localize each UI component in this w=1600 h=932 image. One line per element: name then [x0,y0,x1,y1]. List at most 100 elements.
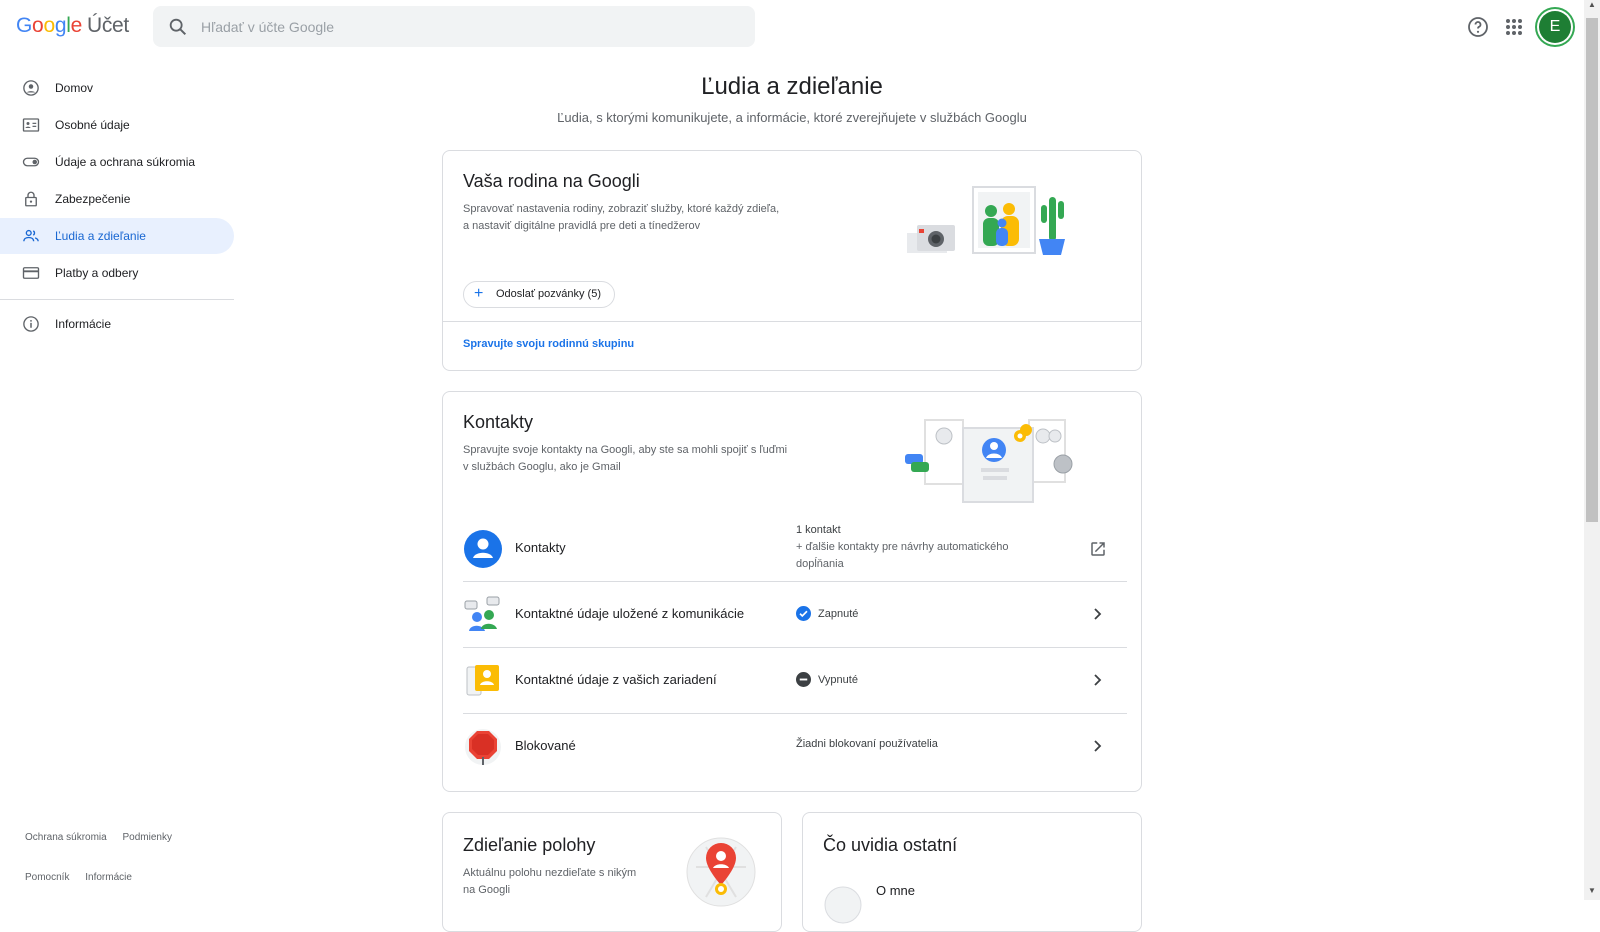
contacts-desc-line: Spravujte svoje kontakty na Googli, aby … [463,444,788,456]
apps-grid-icon[interactable] [1502,15,1526,39]
device-contacts-icon [466,665,499,696]
logo-letter: G [16,14,33,37]
avatar[interactable]: E [1539,11,1571,43]
footer-terms-link[interactable]: Podmienky [122,832,171,843]
chevron-right-icon[interactable] [1089,672,1105,688]
footer-help-link[interactable]: Pomocník [25,872,69,883]
page-subtitle: Ľudia, s ktorými komunikujete, a informá… [557,110,1027,125]
sidebar-item-people-sharing[interactable]: Ľudia a zdieľanie [0,218,234,254]
manage-family-link-label: Spravujte svoju rodinnú skupinu [463,338,635,350]
sidebar-item-payments[interactable]: Platby a odbery [0,255,234,291]
home-person-icon [23,80,39,96]
location-desc-line: Aktuálnu polohu nezdieľate s nikým [463,867,637,879]
location-desc-line: na Googli [463,884,511,896]
sidebar-item-home[interactable]: Domov [0,70,234,106]
contacts-card: Kontakty Spravujte svoje kontakty na Goo… [442,391,1142,792]
blocked-status-text: Žiadni blokovaní používatelia [796,738,938,750]
sidebar-item-info[interactable]: Informácie [0,306,234,342]
others-card-title: Čo uvidia ostatní [823,835,958,855]
contact-info-from-interactions-row[interactable]: Kontaktné údaje uložené z komunikácie Za… [463,582,1127,648]
devices-status: Vypnuté [796,672,858,687]
interactions-status: Zapnuté [796,606,858,621]
chevron-right-icon[interactable] [1089,606,1105,622]
help-icon[interactable] [1466,15,1490,39]
contacts-card-description: Spravujte svoje kontakty na Googli, aby … [463,442,787,476]
send-invites-label: Odoslať pozvánky (5) [496,288,602,300]
stop-sign-icon [465,729,501,765]
minus-circle-icon [796,672,811,687]
open-external-icon[interactable] [1089,540,1107,558]
footer-links-row-1: Ochrana súkromia Podmienky [25,832,185,843]
family-card-description: Spravovať nastavenia rodiny, zobraziť sl… [463,201,779,235]
contact-info-from-devices-row[interactable]: Kontaktné údaje z vašich zariadení Vypnu… [463,648,1127,714]
lock-icon [25,191,37,207]
family-desc-line: a nastaviť digitálne pravidlá pre deti a… [463,220,701,232]
scrollbar-thumb[interactable] [1586,18,1598,522]
devices-row-label: Kontaktné údaje z vašich zariadení [515,672,717,687]
blocked-row[interactable]: Blokované Žiadni blokovaní používatelia [463,714,1127,780]
scroll-up-arrow-icon[interactable]: ▲ [1584,0,1600,9]
sidebar-item-label: Informácie [55,317,112,331]
footer-links-row-2: Pomocník Informácie [25,872,145,883]
contacts-extra-line: + ďalšie kontakty pre návrhy automatické… [796,541,1009,553]
people-icon [23,229,39,242]
blocked-status: Žiadni blokovaní používatelia [796,738,938,750]
search-icon[interactable] [167,16,189,38]
info-icon [23,316,39,332]
sidebar-item-personal-info[interactable]: Osobné údaje [0,107,234,143]
family-card-title: Vaša rodina na Googli [463,171,640,191]
google-account-logo[interactable]: Google Účet [16,14,129,38]
footer-privacy-link[interactable]: Ochrana súkromia [25,832,107,843]
family-desc-line: Spravovať nastavenia rodiny, zobraziť sl… [463,203,780,215]
page-title: Ľudia a zdieľanie [701,73,883,100]
location-pin-illustration [686,837,756,907]
contacts-desc-line: v službách Googlu, ako je Gmail [463,461,621,473]
contacts-row[interactable]: Kontakty 1 kontakt + ďalšie kontakty pre… [463,516,1127,582]
contacts-illustration [905,419,1073,503]
contacts-person-icon [464,530,502,568]
search-bar[interactable] [153,6,755,47]
about-me-avatar-icon [824,886,862,924]
scroll-down-arrow-icon[interactable]: ▼ [1584,886,1600,895]
scrollbar-track[interactable]: ▲ ▼ [1584,0,1600,900]
plus-icon: + [474,285,484,302]
footer-about-link[interactable]: Informácie [85,872,132,883]
interactions-row-label: Kontaktné údaje uložené z komunikácie [515,606,745,621]
check-circle-icon [796,606,811,621]
sidebar-item-label: Osobné údaje [55,118,130,132]
interactions-status-text: Zapnuté [818,607,859,620]
sidebar-item-label: Platby a odbery [55,266,139,280]
chevron-right-icon[interactable] [1089,738,1105,754]
sidebar-item-label: Ľudia a zdieľanie [55,229,146,243]
location-card-description: Aktuálnu polohu nezdieľate s nikým na Go… [463,865,636,899]
contacts-card-title: Kontakty [463,412,534,432]
logo-letter: g [54,14,67,37]
logo-letter: o [43,14,55,37]
manage-family-link[interactable]: Spravujte svoju rodinnú skupinu [443,321,1141,367]
sidebar-item-security[interactable]: Zabezpečenie [0,181,234,217]
top-bar: GoogleÚčet E [0,0,1584,54]
what-others-see-card[interactable]: Čo uvidia ostatní O mne [802,812,1142,932]
send-invites-button[interactable]: + Odoslať pozvánky (5) [463,281,616,308]
contacts-row-label: Kontakty [515,540,566,555]
id-card-icon [22,118,40,132]
logo-letter: o [32,14,44,37]
toggle-icon [22,157,40,167]
account-label: Účet [86,14,129,37]
sidebar: Domov Osobné údaje Údaje a ochrana súkro… [0,70,234,343]
contacts-count: 1 kontakt [796,524,841,536]
sidebar-item-label: Údaje a ochrana súkromia [55,155,196,169]
about-me-label[interactable]: O mne [876,883,915,898]
credit-card-icon [22,267,40,279]
location-sharing-card[interactable]: Zdieľanie polohy Aktuálnu polohu nezdieľ… [442,812,782,932]
logo-letter: e [70,14,83,37]
family-illustration [907,186,1065,255]
contacts-extra-line: dopĺňania [796,558,844,570]
contacts-row-status: 1 kontakt + ďalšie kontakty pre návrhy a… [796,522,1009,573]
sidebar-item-data-privacy[interactable]: Údaje a ochrana súkromia [0,144,234,180]
search-input[interactable] [201,6,741,47]
sidebar-divider [0,299,234,300]
family-card: Vaša rodina na Googli Spravovať nastaven… [442,150,1142,371]
sidebar-item-label: Domov [55,81,94,95]
location-card-title: Zdieľanie polohy [463,835,596,855]
